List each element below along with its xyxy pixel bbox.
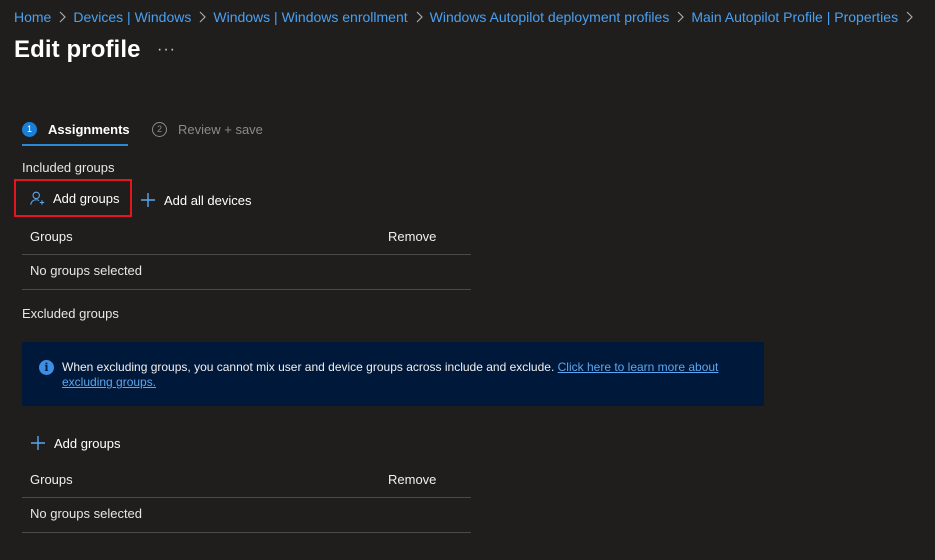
- breadcrumb-home[interactable]: Home: [14, 9, 51, 25]
- breadcrumb-windows-enrollment[interactable]: Windows | Windows enrollment: [213, 9, 407, 25]
- excluded-groups-table: Groups Remove No groups selected: [22, 461, 471, 533]
- add-included-groups-button[interactable]: Add groups: [14, 179, 132, 217]
- info-banner: i When excluding groups, you cannot mix …: [22, 342, 764, 406]
- tab-review-save[interactable]: 2 Review + save: [152, 120, 263, 138]
- step-number-badge: 2: [152, 121, 167, 137]
- step-number-badge: 1: [22, 121, 37, 137]
- breadcrumb-autopilot-profiles[interactable]: Windows Autopilot deployment profiles: [430, 9, 670, 25]
- included-groups-label: Included groups: [22, 160, 115, 175]
- add-all-devices-button[interactable]: Add all devices: [140, 192, 251, 208]
- tab-assignments[interactable]: 1 Assignments: [22, 120, 130, 138]
- included-groups-table: Groups Remove No groups selected: [22, 218, 471, 290]
- chevron-right-icon: [676, 11, 685, 23]
- chevron-right-icon: [415, 11, 423, 23]
- plus-icon: [30, 435, 46, 451]
- add-all-devices-label: Add all devices: [164, 192, 252, 208]
- info-banner-text: When excluding groups, you cannot mix us…: [62, 360, 742, 406]
- table-row: No groups selected: [22, 498, 471, 533]
- step-label: Assignments: [48, 121, 130, 137]
- column-header-remove: Remove: [388, 472, 437, 487]
- chevron-right-icon: [198, 11, 207, 23]
- chevron-right-icon: [905, 11, 913, 23]
- active-step-indicator: [22, 144, 128, 146]
- add-groups-label: Add groups: [54, 435, 121, 451]
- excluded-groups-label: Excluded groups: [22, 306, 119, 321]
- table-row: No groups selected: [22, 255, 471, 290]
- add-groups-label: Add groups: [53, 190, 120, 206]
- table-header: Groups Remove: [22, 218, 471, 255]
- info-message: When excluding groups, you cannot mix us…: [62, 360, 555, 374]
- step-label: Review + save: [178, 121, 263, 137]
- table-header: Groups Remove: [22, 461, 471, 498]
- column-header-groups: Groups: [30, 229, 73, 244]
- page-title: Edit profile: [14, 36, 141, 63]
- column-header-remove: Remove: [388, 229, 437, 244]
- add-user-icon: [30, 190, 46, 206]
- breadcrumb: Home Devices | Windows Windows | Windows…: [14, 8, 920, 26]
- info-icon: i: [39, 360, 54, 375]
- empty-state-text: No groups selected: [30, 506, 143, 521]
- plus-icon: [140, 192, 156, 208]
- breadcrumb-devices-windows[interactable]: Devices | Windows: [73, 9, 191, 25]
- empty-state-text: No groups selected: [30, 263, 143, 278]
- add-excluded-groups-button[interactable]: Add groups: [30, 435, 121, 451]
- column-header-groups: Groups: [30, 472, 73, 487]
- chevron-right-icon: [58, 11, 67, 23]
- more-options-button[interactable]: ···: [157, 41, 176, 59]
- breadcrumb-profile-properties[interactable]: Main Autopilot Profile | Properties: [691, 9, 898, 25]
